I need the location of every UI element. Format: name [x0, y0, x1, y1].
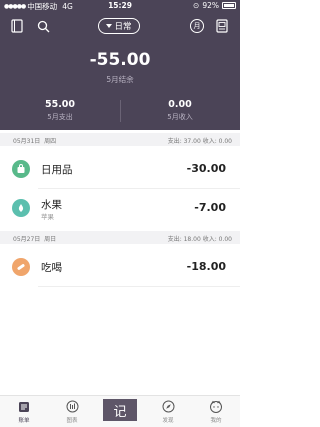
day-date: 05月27日 周日 — [13, 236, 57, 243]
day-summary: 支出: 18.00 收入: 0.00 — [167, 236, 232, 243]
food-icon — [12, 258, 30, 276]
shopping-bag-icon — [12, 160, 30, 178]
transaction-name: 日用品 — [41, 164, 73, 176]
balance-amount: -55.00 — [89, 50, 151, 70]
header: ●●●●● 中国移动 4G 15:29 ⊙ 92% 月 日常 -55.00 5月… — [0, 0, 240, 130]
month-icon-label: 月 — [190, 19, 204, 33]
ledger-type-dropdown[interactable]: 日常 — [98, 18, 140, 34]
expense-label: 5月支出 — [47, 113, 73, 121]
ledger-type-label: 日常 — [114, 22, 132, 32]
alarm-icon: ⊙ — [193, 1, 200, 10]
fruit-icon — [12, 199, 30, 217]
tab-chart-label: 图表 — [66, 418, 78, 424]
ledger-tab-icon — [0, 399, 48, 414]
month-calendar-icon[interactable]: 月 — [189, 18, 205, 34]
tab-ledger[interactable]: 账单 — [0, 399, 48, 424]
row-divider — [38, 286, 240, 287]
profile-face-icon — [192, 399, 240, 414]
transaction-row[interactable]: 吃喝 -18.00 — [0, 248, 240, 286]
search-icon[interactable] — [35, 18, 51, 34]
status-bar: ●●●●● 中国移动 4G 15:29 ⊙ 92% — [0, 0, 240, 12]
dropdown-arrow-icon — [106, 24, 113, 28]
tab-ledger-label: 账单 — [18, 418, 30, 424]
tab-discover-label: 发现 — [162, 418, 174, 424]
compass-icon — [144, 399, 192, 414]
report-sheet-icon[interactable] — [214, 18, 230, 34]
status-right: ⊙ 92% — [193, 1, 236, 10]
transaction-amount: -30.00 — [186, 162, 226, 175]
balance-label: 5月结余 — [106, 75, 134, 84]
tab-mine-label: 我的 — [210, 418, 222, 424]
transaction-name: 吃喝 — [41, 262, 62, 274]
tab-discover[interactable]: 发现 — [144, 399, 192, 424]
battery-percent: 92% — [202, 1, 219, 10]
battery-icon — [222, 2, 236, 9]
income-label: 5月收入 — [167, 113, 193, 121]
day-date: 05月31日 周四 — [13, 138, 57, 145]
transaction-row[interactable]: 水果 苹果 -7.00 — [0, 189, 240, 229]
transaction-note: 苹果 — [41, 213, 54, 221]
chart-tab-icon — [48, 399, 96, 414]
ledger-book-icon[interactable] — [9, 18, 25, 34]
transaction-amount: -18.00 — [186, 260, 226, 273]
income-value: 0.00 — [168, 99, 192, 110]
transaction-amount: -7.00 — [194, 201, 226, 214]
day-summary: 支出: 37.00 收入: 0.00 — [167, 138, 232, 145]
tab-chart[interactable]: 图表 — [48, 399, 96, 424]
transaction-name: 水果 — [41, 199, 62, 211]
expense-stat: 55.00 5月支出 — [0, 99, 120, 122]
day-header: 05月27日 周日 支出: 18.00 收入: 0.00 — [0, 231, 240, 244]
expense-value: 55.00 — [44, 99, 76, 110]
record-button[interactable]: 记 — [103, 399, 137, 421]
transaction-row[interactable]: 日用品 -30.00 — [0, 150, 240, 188]
day-header: 05月31日 周四 支出: 37.00 收入: 0.00 — [0, 133, 240, 146]
tab-mine[interactable]: 我的 — [192, 399, 240, 424]
income-stat: 0.00 5月收入 — [120, 99, 240, 122]
